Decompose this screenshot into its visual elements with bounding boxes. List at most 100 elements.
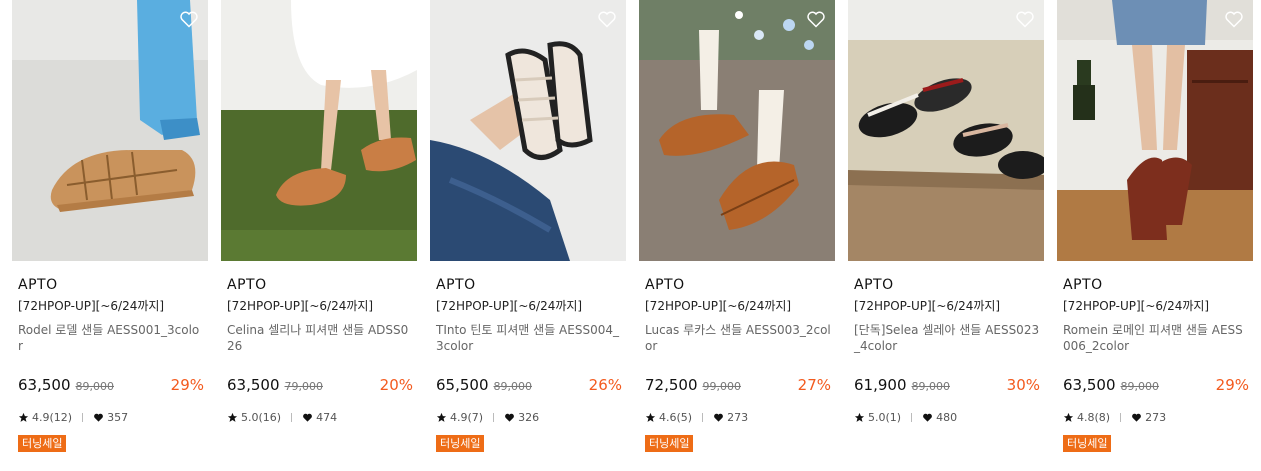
price-row: 72,500 99,000 27% — [645, 376, 831, 396]
discount-rate: 27% — [797, 376, 831, 394]
product-name[interactable]: Lucas 루카스 샌들 AESS003_2color — [645, 322, 831, 354]
product-card[interactable]: APTO [72HPOP-UP][~6/24까지] Romein 로메인 피셔맨… — [1057, 0, 1253, 452]
wishlist-heart-icon[interactable] — [388, 9, 408, 29]
promo-label: [72HPOP-UP][~6/24까지] — [1063, 299, 1210, 313]
divider — [702, 412, 704, 422]
wishlist-heart-icon[interactable] — [1015, 9, 1035, 29]
star-icon — [645, 412, 656, 422]
price-row: 63,500 89,000 29% — [1063, 376, 1249, 396]
heart-filled-icon — [714, 413, 723, 422]
wishlist-heart-icon[interactable] — [1224, 9, 1244, 29]
product-name[interactable]: Rodel 로델 샌들 AESS001_3color — [18, 322, 204, 354]
sale-badge: 터닝세일 — [645, 435, 694, 452]
product-card[interactable]: APTO [72HPOP-UP][~6/24까지] TInto 틴토 피셔맨 샌… — [430, 0, 626, 452]
product-meta: 5.0(16) 474 — [227, 410, 337, 424]
promo-label: [72HPOP-UP][~6/24까지] — [854, 299, 1001, 313]
original-price: 99,000 — [702, 380, 742, 393]
heart-filled-icon — [303, 413, 312, 422]
product-card[interactable]: APTO [72HPOP-UP][~6/24까지] [단독]Selea 셀레아 … — [848, 0, 1044, 424]
discount-rate: 30% — [1006, 376, 1040, 394]
price-row: 63,500 89,000 29% — [18, 376, 204, 396]
rating-text: 4.8(8) — [1077, 410, 1111, 424]
brand-name[interactable]: APTO — [854, 276, 1044, 294]
product-grid: APTO [72HPOP-UP][~6/24까지] Rodel 로델 샌들 AE… — [12, 0, 1253, 452]
product-card[interactable]: APTO [72HPOP-UP][~6/24까지] Celina 셀리나 피셔맨… — [221, 0, 417, 424]
brand-name[interactable]: APTO — [1063, 276, 1253, 294]
sale-badge: 터닝세일 — [436, 435, 485, 452]
rating-text: 5.0(1) — [868, 410, 902, 424]
product-meta: 4.8(8) 273 — [1063, 410, 1166, 424]
likes-count: 474 — [316, 410, 338, 424]
sale-price: 72,500 — [645, 376, 698, 394]
brand-name[interactable]: APTO — [227, 276, 417, 294]
product-image[interactable] — [639, 0, 835, 261]
wishlist-heart-icon[interactable] — [179, 9, 199, 29]
likes-count: 326 — [518, 410, 540, 424]
star-icon — [18, 412, 29, 422]
product-card[interactable]: APTO [72HPOP-UP][~6/24까지] Lucas 루카스 샌들 A… — [639, 0, 835, 452]
sale-price: 63,500 — [1063, 376, 1116, 394]
product-meta: 4.6(5) 273 — [645, 410, 748, 424]
likes-count: 273 — [727, 410, 749, 424]
discount-rate: 20% — [379, 376, 413, 394]
wishlist-heart-icon[interactable] — [597, 9, 617, 29]
sale-badge: 터닝세일 — [18, 435, 67, 452]
brand-name[interactable]: APTO — [645, 276, 835, 294]
heart-filled-icon — [505, 413, 514, 422]
rating-text: 4.6(5) — [659, 410, 693, 424]
brand-name[interactable]: APTO — [18, 276, 208, 294]
likes-count: 480 — [936, 410, 958, 424]
promo-label: [72HPOP-UP][~6/24까지] — [227, 299, 374, 313]
product-meta: 4.9(7) 326 — [436, 410, 539, 424]
rating-text: 4.9(12) — [32, 410, 73, 424]
promo-label: [72HPOP-UP][~6/24까지] — [18, 299, 165, 313]
product-name[interactable]: [단독]Selea 셀레아 샌들 AESS023_4color — [854, 322, 1040, 354]
divider — [82, 412, 84, 422]
star-icon — [1063, 412, 1074, 422]
heart-filled-icon — [94, 413, 103, 422]
heart-filled-icon — [923, 413, 932, 422]
original-price: 89,000 — [911, 380, 951, 393]
wishlist-heart-icon[interactable] — [806, 9, 826, 29]
discount-rate: 26% — [588, 376, 622, 394]
discount-rate: 29% — [1215, 376, 1249, 394]
promo-label: [72HPOP-UP][~6/24까지] — [645, 299, 792, 313]
product-meta: 4.9(12) 357 — [18, 410, 128, 424]
original-price: 89,000 — [75, 380, 115, 393]
product-image[interactable] — [1057, 0, 1253, 261]
price-row: 63,500 79,000 20% — [227, 376, 413, 396]
likes-count: 357 — [107, 410, 129, 424]
divider — [493, 412, 495, 422]
sale-price: 63,500 — [18, 376, 71, 394]
product-image[interactable] — [221, 0, 417, 261]
divider — [1120, 412, 1122, 422]
star-icon — [227, 412, 238, 422]
sale-price: 65,500 — [436, 376, 489, 394]
price-row: 61,900 89,000 30% — [854, 376, 1040, 396]
product-image[interactable] — [848, 0, 1044, 261]
product-name[interactable]: Romein 로메인 피셔맨 샌들 AESS006_2color — [1063, 322, 1249, 354]
likes-count: 273 — [1145, 410, 1167, 424]
brand-name[interactable]: APTO — [436, 276, 626, 294]
product-card[interactable]: APTO [72HPOP-UP][~6/24까지] Rodel 로델 샌들 AE… — [12, 0, 208, 452]
rating-text: 5.0(16) — [241, 410, 282, 424]
product-image[interactable] — [12, 0, 208, 261]
price-row: 65,500 89,000 26% — [436, 376, 622, 396]
heart-filled-icon — [1132, 413, 1141, 422]
sale-badge: 터닝세일 — [1063, 435, 1112, 452]
promo-label: [72HPOP-UP][~6/24까지] — [436, 299, 583, 313]
sale-price: 63,500 — [227, 376, 280, 394]
star-icon — [854, 412, 865, 422]
original-price: 79,000 — [284, 380, 324, 393]
product-image[interactable] — [430, 0, 626, 261]
product-name[interactable]: TInto 틴토 피셔맨 샌들 AESS004_3color — [436, 322, 622, 354]
product-name[interactable]: Celina 셀리나 피셔맨 샌들 ADSS026 — [227, 322, 413, 354]
rating-text: 4.9(7) — [450, 410, 484, 424]
divider — [291, 412, 293, 422]
discount-rate: 29% — [170, 376, 204, 394]
product-meta: 5.0(1) 480 — [854, 410, 957, 424]
original-price: 89,000 — [1120, 380, 1160, 393]
star-icon — [436, 412, 447, 422]
original-price: 89,000 — [493, 380, 533, 393]
divider — [911, 412, 913, 422]
